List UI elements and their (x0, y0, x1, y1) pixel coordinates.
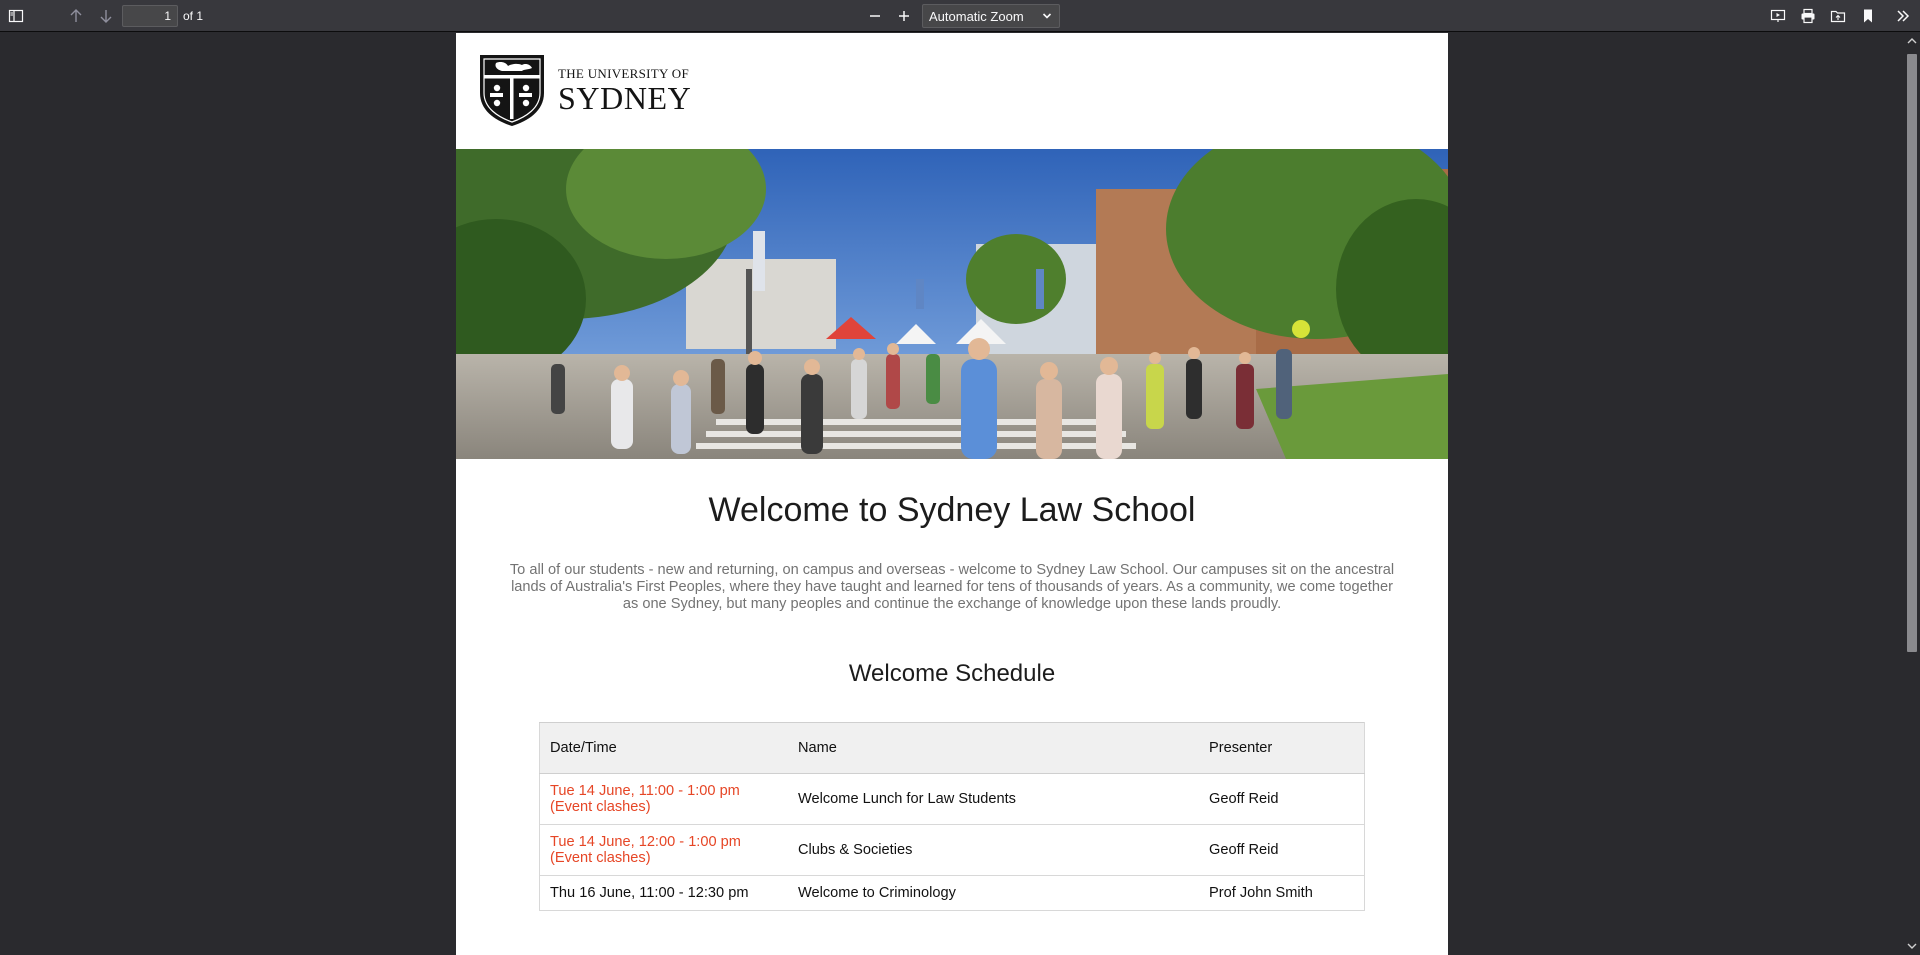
row-date: Tue 14 June, 12:00 - 1:00 pm (Event clas… (539, 824, 788, 876)
presentation-mode-button[interactable] (1765, 3, 1791, 29)
arrow-up-icon (70, 9, 82, 22)
row-presenter: Geoff Reid (1199, 824, 1365, 876)
open-file-button[interactable] (1825, 3, 1851, 29)
row-name: Welcome Lunch for Law Students (788, 773, 1199, 825)
zoom-select[interactable]: Automatic Zoom (922, 4, 1060, 28)
scroll-down-icon[interactable] (1907, 941, 1917, 951)
print-icon (1801, 8, 1815, 24)
table-row: Tue 14 June, 11:00 - 1:00 pm (Event clas… (539, 773, 1365, 825)
viewer-scrollbar[interactable] (1904, 32, 1920, 955)
bookmark-button[interactable] (1855, 3, 1881, 29)
sidebar-toggle-icon (8, 9, 24, 23)
clash-note: (Event clashes) (550, 799, 651, 815)
scrollbar-thumb[interactable] (1907, 54, 1917, 652)
row-date: Thu 16 June, 11:00 - 12:30 pm (539, 875, 788, 911)
university-logo: THE UNIVERSITY OF SYDNEY (478, 53, 698, 127)
table-row: Tue 14 June, 12:00 - 1:00 pm (Event clas… (539, 824, 1365, 876)
clash-note: (Event clashes) (550, 850, 651, 866)
previous-page-button[interactable] (63, 3, 89, 29)
presentation-mode-icon (1770, 9, 1786, 22)
row-date-text: Tue 14 June, 12:00 - 1:00 pm (550, 834, 741, 850)
chevron-down-icon (1035, 10, 1059, 22)
arrow-down-icon (100, 10, 112, 23)
logo-header: THE UNIVERSITY OF SYDNEY (456, 33, 1448, 149)
row-name: Welcome to Criminology (788, 875, 1199, 911)
open-file-icon (1830, 10, 1846, 23)
wordmark-line1: THE UNIVERSITY OF (558, 66, 689, 81)
header-name: Name (788, 722, 1199, 774)
pdf-toolbar: of 1 Automatic Zoom (0, 0, 1920, 32)
schedule-table: Date/Time Name Presenter Tue 14 June, 11… (539, 722, 1365, 911)
university-wordmark: THE UNIVERSITY OF SYDNEY (558, 67, 691, 114)
zoom-out-button[interactable] (862, 3, 888, 29)
table-row: Thu 16 June, 11:00 - 12:30 pm Welcome to… (539, 875, 1365, 911)
page-count: of 1 (183, 9, 204, 23)
header-presenter: Presenter (1199, 722, 1365, 774)
bookmark-icon (1864, 9, 1872, 23)
row-date: Tue 14 June, 11:00 - 1:00 pm (Event clas… (539, 773, 788, 825)
row-date-text: Tue 14 June, 11:00 - 1:00 pm (550, 783, 740, 799)
hero-campus-photo (456, 149, 1448, 459)
row-presenter: Geoff Reid (1199, 773, 1365, 825)
wordmark-line2: SYDNEY (558, 80, 692, 116)
plus-icon (899, 11, 909, 21)
schedule-header-row: Date/Time Name Presenter (539, 722, 1365, 774)
sidebar-toggle-button[interactable] (3, 3, 29, 29)
header-date-time: Date/Time (539, 722, 788, 774)
scroll-up-icon[interactable] (1907, 36, 1917, 46)
tools-button[interactable] (1890, 3, 1916, 29)
page-number-input[interactable] (122, 5, 178, 27)
pdf-page: THE UNIVERSITY OF SYDNEY Welcome to Sydn… (456, 33, 1448, 955)
double-chevron-right-icon (1897, 10, 1910, 22)
print-button[interactable] (1795, 3, 1821, 29)
page-title: Welcome to Sydney Law School (708, 491, 1196, 529)
zoom-in-button[interactable] (891, 3, 917, 29)
row-presenter: Prof John Smith (1199, 875, 1365, 911)
minus-icon (870, 15, 880, 17)
schedule-title: Welcome Schedule (848, 660, 1056, 687)
row-name: Clubs & Societies (788, 824, 1199, 876)
intro-paragraph: To all of our students - new and returni… (509, 562, 1395, 612)
next-page-button[interactable] (93, 3, 119, 29)
university-crest-icon (480, 55, 544, 126)
zoom-select-value: Automatic Zoom (929, 8, 1024, 24)
